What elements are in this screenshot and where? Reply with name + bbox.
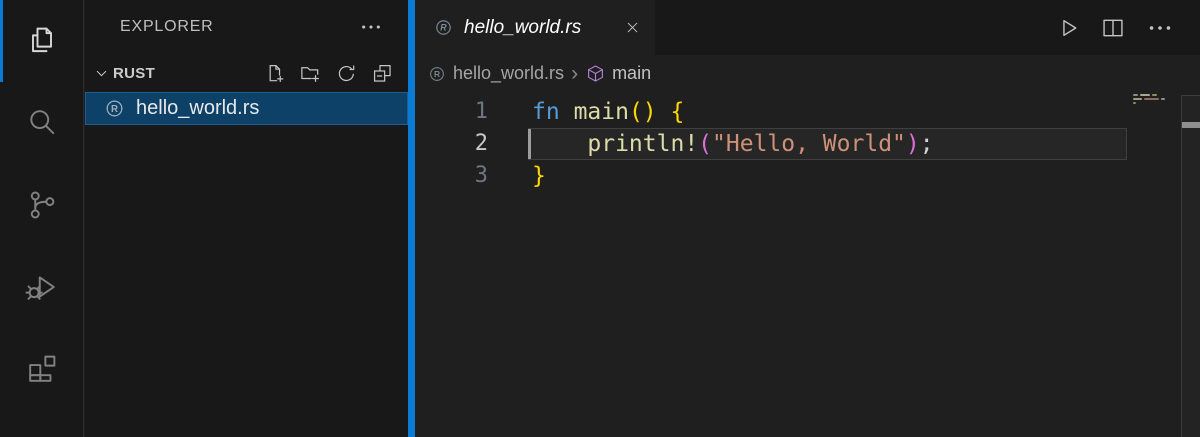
token: ; <box>920 131 934 157</box>
symbol-module-icon <box>585 63 606 84</box>
new-file-button[interactable] <box>263 62 286 85</box>
section-title: RUST <box>113 65 155 82</box>
sidebar-section-rust[interactable]: RUST <box>85 54 408 92</box>
file-name: hello_world.rs <box>136 97 259 120</box>
minimap-line <box>1133 94 1180 96</box>
sidebar-editor-sash[interactable] <box>408 0 415 437</box>
close-icon[interactable] <box>624 19 641 36</box>
sidebar-title: EXPLORER <box>120 18 214 36</box>
rust-file-icon: R <box>433 17 454 38</box>
rust-file-icon: R <box>103 97 126 120</box>
activity-item-explorer[interactable] <box>0 0 84 82</box>
line-number-1: 1 <box>415 96 488 128</box>
activity-bar <box>0 0 84 437</box>
token: ) <box>906 131 920 157</box>
tab-bar: R hello_world.rs <box>415 0 1200 55</box>
line-number-gutter: 123 <box>415 96 488 192</box>
minimap-line <box>1133 102 1180 104</box>
token: println! <box>587 131 698 157</box>
text-cursor <box>528 129 531 159</box>
overview-ruler-panel <box>1181 95 1200 437</box>
tab-label: hello_world.rs <box>464 17 581 39</box>
breadcrumb-item-file[interactable]: R hello_world.rs <box>427 63 564 84</box>
token: { <box>671 99 685 125</box>
breadcrumb-separator: › <box>571 63 578 84</box>
refresh-explorer-button[interactable] <box>335 62 358 85</box>
activity-item-run-and-debug[interactable] <box>0 246 84 328</box>
svg-text:R: R <box>440 23 447 33</box>
debug-icon <box>24 269 60 305</box>
files-icon <box>24 23 60 59</box>
refresh-icon <box>335 62 358 85</box>
extensions-icon <box>24 351 60 387</box>
minimap-segment <box>1133 94 1138 96</box>
activity-item-extensions[interactable] <box>0 328 84 410</box>
minimap-segment <box>1161 98 1165 100</box>
breadcrumb-file-label: hello_world.rs <box>453 63 564 84</box>
editor-group: R hello_world.rs R hello_world.rs › main… <box>415 0 1200 437</box>
breadcrumb-symbol-label: main <box>612 63 651 84</box>
split-editor-button[interactable] <box>1100 15 1126 41</box>
new-folder-button[interactable] <box>299 62 322 85</box>
explorer-more-actions-button[interactable] <box>358 14 384 40</box>
activity-item-search[interactable] <box>0 82 84 164</box>
token: "Hello, World" <box>712 131 906 157</box>
token <box>532 131 587 157</box>
token: fn <box>532 99 560 125</box>
minimap-segment <box>1152 94 1157 96</box>
search-icon <box>24 105 60 141</box>
new-folder-icon <box>299 62 322 85</box>
editor-actions <box>1055 0 1200 55</box>
token: ( <box>698 131 712 157</box>
tab-hello-world-rs[interactable]: R hello_world.rs <box>415 0 655 55</box>
collapse-folders-button[interactable] <box>371 62 394 85</box>
section-actions <box>263 62 394 85</box>
sidebar-header: EXPLORER <box>85 0 408 54</box>
explorer-sidebar: EXPLORER RUST R hello_world.rs <box>85 0 408 437</box>
rust-file-icon: R <box>427 64 447 84</box>
line-number-3: 3 <box>415 160 488 192</box>
minimap-segment <box>1133 102 1136 104</box>
source-control-icon <box>24 187 60 223</box>
new-file-icon <box>263 62 286 85</box>
scrollbar-thumb[interactable] <box>1182 122 1200 128</box>
token: main <box>574 99 629 125</box>
chevron-down-icon <box>93 65 110 82</box>
code-lines: fn main() { println!("Hello, World");} <box>528 96 1127 192</box>
token <box>560 99 574 125</box>
minimap[interactable] <box>1133 94 1180 106</box>
svg-text:R: R <box>111 104 118 115</box>
token <box>657 99 671 125</box>
code-line-3: } <box>528 160 1127 192</box>
split-editor-icon <box>1100 15 1126 41</box>
svg-text:R: R <box>434 69 440 79</box>
ellipsis-icon <box>1145 13 1175 43</box>
vscode-window: EXPLORER RUST R hello_world.rs R hello_w… <box>0 0 1200 437</box>
collapse-all-icon <box>371 62 394 85</box>
breadcrumb: R hello_world.rs › main <box>415 55 1200 92</box>
file-item-hello-world-rs[interactable]: R hello_world.rs <box>85 92 408 125</box>
run-icon <box>1055 15 1081 41</box>
minimap-segment <box>1133 98 1142 100</box>
ellipsis-icon <box>358 14 384 40</box>
breadcrumb-item-symbol[interactable]: main <box>585 63 651 84</box>
line-number-2: 2 <box>415 128 488 160</box>
activity-item-source-control[interactable] <box>0 164 84 246</box>
token: } <box>532 163 546 189</box>
minimap-segment <box>1144 98 1159 100</box>
code-editor[interactable]: 123 fn main() { println!("Hello, World")… <box>415 92 1200 437</box>
code-line-1: fn main() { <box>528 96 1127 128</box>
code-line-2: println!("Hello, World"); <box>528 128 1127 160</box>
more-actions-button[interactable] <box>1145 13 1175 43</box>
run-button[interactable] <box>1055 15 1081 41</box>
token: () <box>629 99 657 125</box>
minimap-segment <box>1140 94 1150 96</box>
minimap-line <box>1133 98 1180 100</box>
